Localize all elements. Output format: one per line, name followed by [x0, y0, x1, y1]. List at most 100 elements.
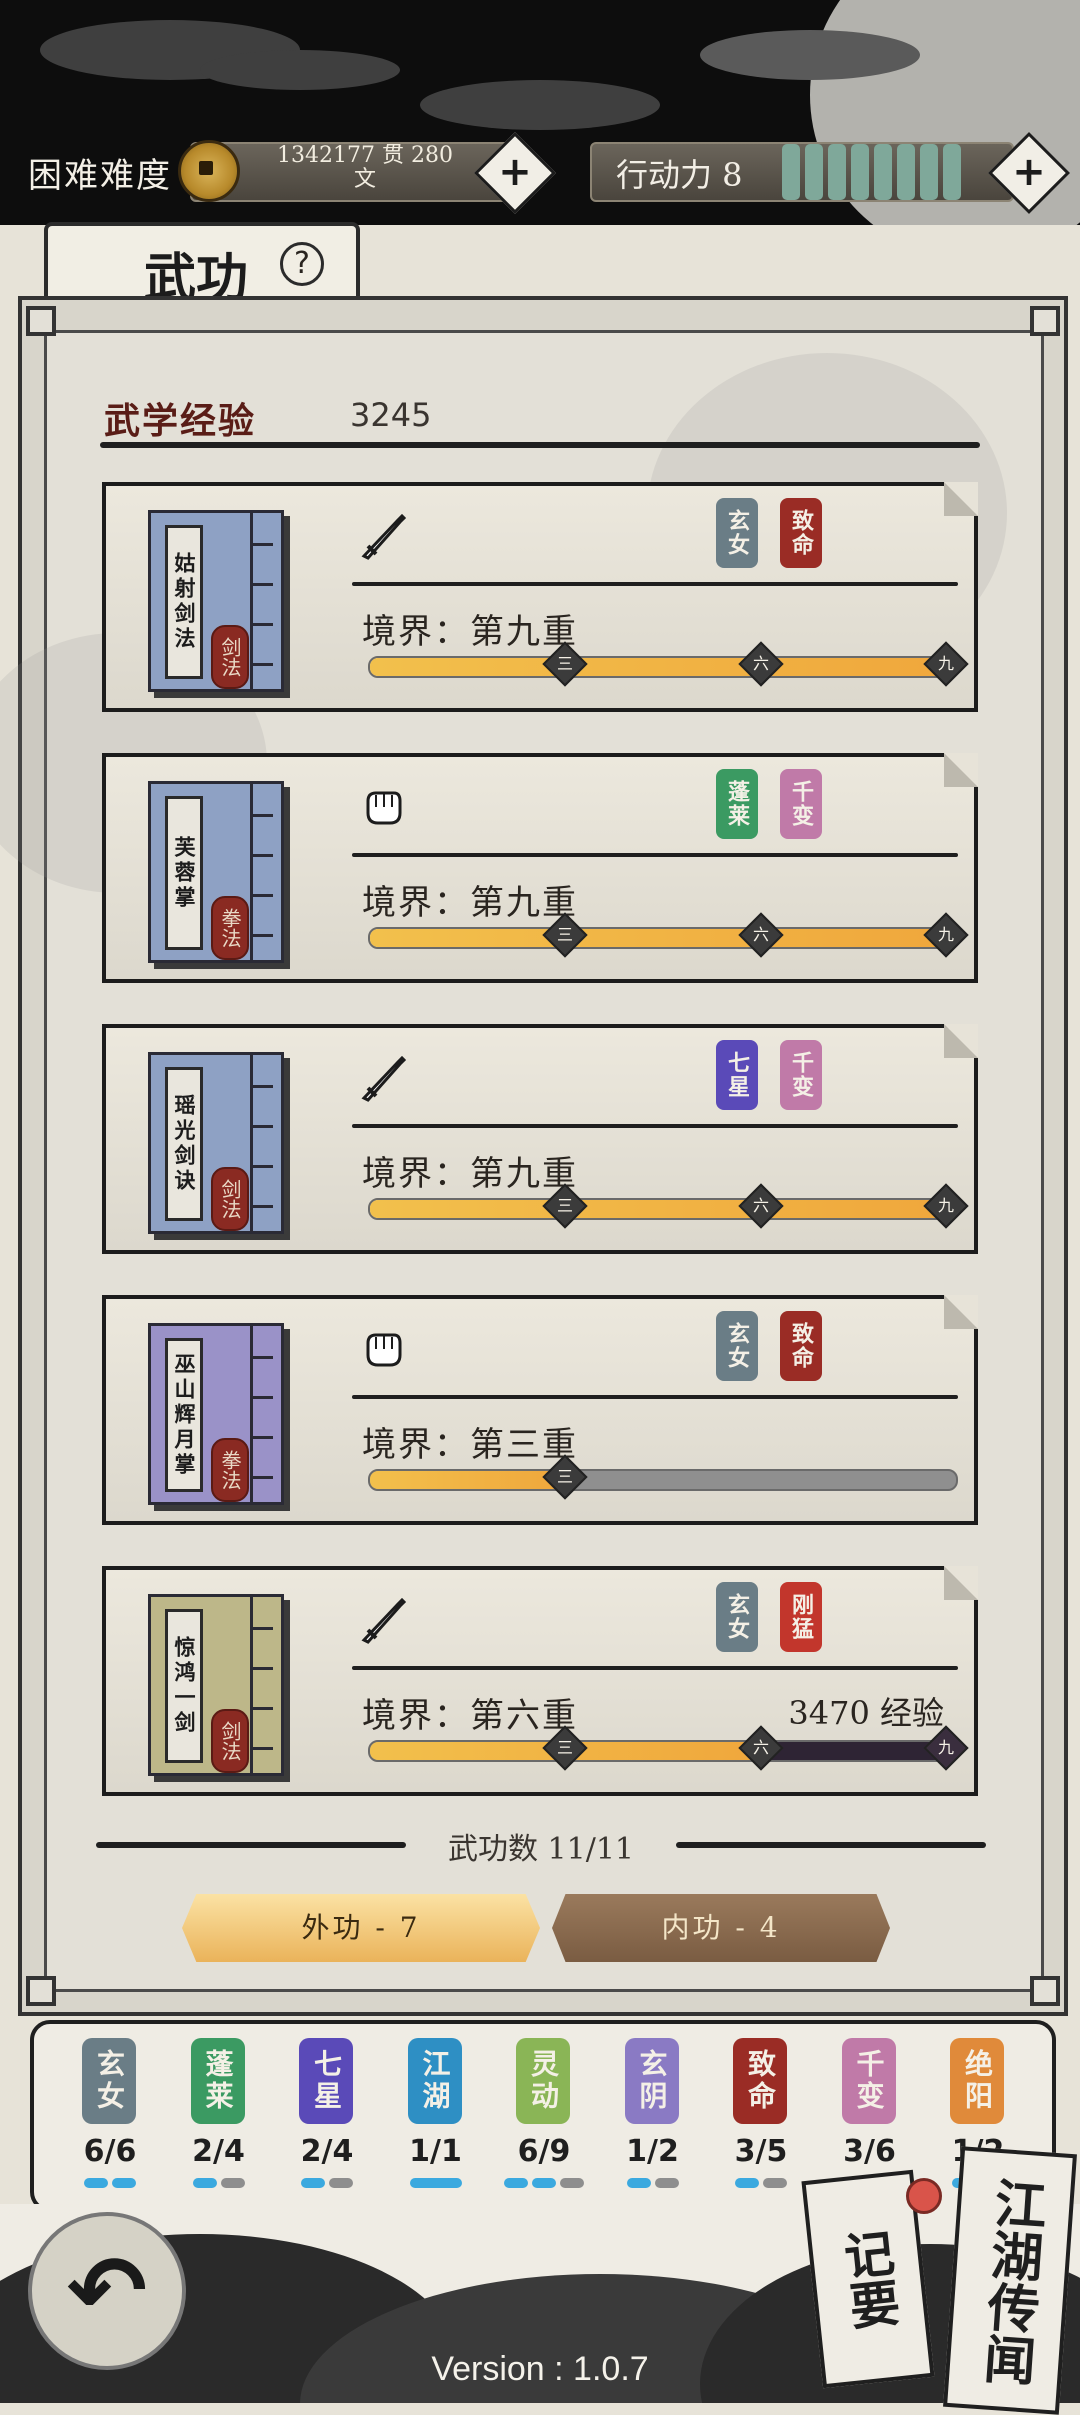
progress-fill: [370, 1471, 566, 1489]
sect-pip: [626, 2178, 651, 2188]
skill-progress-bar: [368, 1740, 958, 1762]
skill-book-icon: 惊鸿一剑 剑法: [148, 1594, 284, 1776]
sect-seal: 玄阴: [624, 2038, 679, 2124]
realm-marker: 六: [738, 641, 784, 687]
sect-seal[interactable]: 玄女: [716, 1582, 758, 1652]
sect-seal[interactable]: 七星: [716, 1040, 758, 1110]
realm-marker-label: 三: [557, 1467, 574, 1486]
frame-corner: [1030, 1976, 1060, 2006]
frame-corner: [26, 1976, 56, 2006]
skill-type-stamp: 拳法: [211, 1438, 249, 1502]
sect-pips: [504, 2178, 584, 2188]
skill-card[interactable]: 惊鸿一剑 剑法 玄女 刚猛 境界：第六重 3470 经验三 六 九: [102, 1566, 978, 1796]
sect-seal: 七星: [299, 2038, 353, 2124]
realm-marker-label: 三: [557, 1738, 574, 1757]
sect-pip: [84, 2178, 108, 2188]
realm-marker-label: 三: [557, 925, 574, 944]
skill-count-row: 武功数 11/11: [96, 1822, 986, 1867]
skill-realm: 境界：第九重: [362, 612, 578, 652]
divider: [352, 1395, 958, 1399]
martial-experience-row: 武学经验 3245: [100, 392, 980, 448]
book-binding: [253, 1085, 273, 1088]
inner-skills-button[interactable]: 内功 - 4: [552, 1894, 890, 1962]
book-spine: [250, 1055, 273, 1231]
sect-bonus-item[interactable]: 致命 3/5: [721, 2038, 801, 2198]
page-fold-decoration: [944, 1566, 978, 1600]
sect-bonus-item[interactable]: 江湖 1/1: [396, 2038, 476, 2198]
action-power-pip: [828, 144, 846, 200]
cloud-decoration: [420, 80, 660, 130]
sect-bonus-item[interactable]: 玄阴 1/2: [613, 2038, 693, 2198]
sect-seal[interactable]: 蓬莱: [716, 769, 758, 839]
fist-icon: [358, 783, 408, 833]
progress-fill: [370, 1200, 956, 1218]
sect-bonus-item[interactable]: 蓬莱 2/4: [179, 2038, 259, 2198]
sect-pip: [220, 2178, 245, 2188]
skill-name: 芙蓉掌: [165, 796, 203, 950]
realm-marker-label: 三: [557, 654, 574, 673]
book-binding: [253, 1356, 273, 1359]
sect-seal: 千变: [841, 2038, 896, 2124]
skill-card[interactable]: 巫山辉月掌 拳法 玄女 致命 境界：第三重三: [102, 1295, 978, 1525]
sect-pips: [396, 2178, 476, 2188]
sect-seal[interactable]: 致命: [780, 498, 822, 568]
action-power-pip: [874, 144, 892, 200]
sect-pips: [70, 2178, 150, 2188]
sect-seal[interactable]: 玄女: [716, 498, 758, 568]
book-binding: [253, 543, 273, 546]
sect-seal[interactable]: 千变: [780, 769, 822, 839]
sect-seal[interactable]: 致命: [780, 1311, 822, 1381]
rumors-scroll-button[interactable]: 江湖传闻: [943, 2146, 1077, 2415]
skill-realm: 境界：第九重: [362, 883, 578, 923]
sword-icon: [358, 512, 408, 562]
skill-count: 武功数 11/11: [448, 1832, 634, 1867]
progress-fill: [370, 658, 956, 676]
book-binding: [253, 1627, 273, 1630]
action-power-pip: [851, 144, 869, 200]
sect-pips: [613, 2178, 693, 2188]
skill-progress-bar: [368, 656, 958, 678]
money-display: 1342177 贯 280 文: [260, 144, 470, 192]
sect-seal[interactable]: 千变: [780, 1040, 822, 1110]
realm-marker: 九: [923, 1183, 969, 1229]
skill-name: 惊鸿一剑: [165, 1609, 203, 1763]
page-fold-decoration: [944, 1024, 978, 1058]
sect-seal[interactable]: 玄女: [716, 1311, 758, 1381]
book-spine: [250, 513, 273, 689]
cloud-decoration: [700, 30, 920, 80]
plus-icon: +: [498, 149, 532, 195]
skill-book-icon: 姑射剑法 剑法: [148, 510, 284, 692]
sect-count: 1/1: [409, 2134, 462, 2169]
sect-bonus-item[interactable]: 七星 2/4: [287, 2038, 367, 2198]
book-spine: [250, 1326, 273, 1502]
skill-card[interactable]: 瑶光剑诀 剑法 七星 千变 境界：第九重三 六 九: [102, 1024, 978, 1254]
skill-type-stamp: 剑法: [211, 1709, 249, 1773]
back-button[interactable]: ↶: [28, 2212, 186, 2370]
sect-seal: 致命: [733, 2038, 787, 2124]
realm-marker-label: 九: [937, 654, 954, 673]
realm-marker-label: 六: [752, 1738, 769, 1757]
realm-marker-label: 九: [937, 925, 954, 944]
sect-bonus-item[interactable]: 灵动 6/9: [504, 2038, 584, 2198]
realm-marker-label: 九: [937, 1196, 954, 1215]
skill-card[interactable]: 芙蓉掌 拳法 蓬莱 千变 境界：第九重三 六 九: [102, 753, 978, 983]
sect-pip: [112, 2178, 136, 2188]
coin-icon: [178, 140, 240, 202]
sect-pip: [192, 2178, 217, 2188]
sect-count: 2/4: [300, 2134, 354, 2169]
experience-value: 3245: [350, 396, 432, 434]
cloud-decoration: [200, 50, 400, 90]
skill-realm: 境界：第三重: [362, 1425, 578, 1465]
book-binding: [253, 623, 273, 626]
skill-card[interactable]: 姑射剑法 剑法 玄女 致命境界：第九重三 六 九: [102, 482, 978, 712]
sect-seal[interactable]: 刚猛: [780, 1582, 822, 1652]
outer-skills-button[interactable]: 外功 - 7: [182, 1894, 540, 1962]
realm-marker: 六: [738, 1183, 784, 1229]
skill-realm: 境界：第九重: [362, 1154, 578, 1194]
action-power-bars: [782, 144, 961, 200]
sect-count: 6/9: [517, 2134, 571, 2169]
book-spine: [250, 1597, 273, 1773]
sword-icon: [358, 1596, 408, 1646]
help-icon[interactable]: ?: [280, 242, 324, 286]
sect-bonus-item[interactable]: 玄女 6/6: [70, 2038, 150, 2198]
